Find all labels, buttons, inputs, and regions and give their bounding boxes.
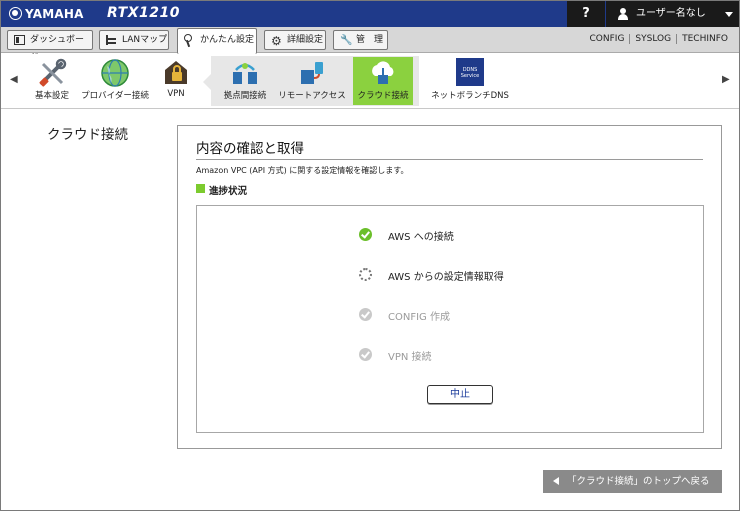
nav-label: 基本設定 xyxy=(34,91,69,101)
tab-advanced-settings[interactable]: 詳細設定 xyxy=(264,30,326,50)
remote-access-icon xyxy=(301,62,323,84)
tab-lan-map[interactable]: LANマップ xyxy=(99,30,169,50)
check-pending-icon xyxy=(359,348,372,361)
progress-heading: 進捗状況 xyxy=(196,183,247,197)
nav-remote-access[interactable]: リモートアクセス xyxy=(277,56,347,106)
top-bar: YAMAHA RTX1210 ? ユーザー名なし xyxy=(1,1,739,27)
vpn-lock-icon xyxy=(165,61,187,84)
confirm-panel: 内容の確認と取得 Amazon VPC (API 方式) に関する設定情報を確認… xyxy=(177,125,722,449)
nav-basic-settings[interactable]: 基本設定 xyxy=(31,56,73,106)
nav-label: プロバイダー接続 xyxy=(81,91,149,101)
nav-label: VPN xyxy=(167,89,185,99)
brand-text: YAMAHA xyxy=(25,7,84,21)
main-tab-bar: ダッシュボード LANマップ かんたん設定 詳細設定 管 理 CONFIGSYS… xyxy=(1,27,739,63)
tab-dashboard[interactable]: ダッシュボード xyxy=(7,30,93,63)
model-name: RTX1210 xyxy=(107,5,180,21)
help-button[interactable]: ? xyxy=(567,1,605,27)
step-label: AWS への接続 xyxy=(388,232,454,243)
cloud-connect-icon xyxy=(372,61,394,84)
user-menu[interactable]: ユーザー名なし xyxy=(606,1,739,27)
ddns-badge-line2: Service xyxy=(460,73,480,79)
tab-label: かんたん設定 xyxy=(200,35,255,45)
tab-easy-setup[interactable]: かんたん設定 xyxy=(177,28,257,54)
nav-site-to-site[interactable]: 拠点間接続 xyxy=(219,56,271,106)
tools-icon xyxy=(39,58,67,87)
nav-label: クラウド接続 xyxy=(357,91,409,101)
scroll-left-icon[interactable]: ◀ xyxy=(10,74,18,85)
step-label: VPN 接続 xyxy=(388,352,432,363)
back-to-cloud-top-button[interactable]: 「クラウド接続」のトップへ戻る xyxy=(543,470,722,493)
yamaha-emblem-icon xyxy=(9,7,22,20)
nav-label: 拠点間接続 xyxy=(223,91,267,101)
step-label: AWS からの設定情報取得 xyxy=(388,272,504,283)
gear-icon xyxy=(271,32,282,50)
yamaha-logo: YAMAHA xyxy=(9,7,84,21)
utility-links: CONFIG SYSLOG TECHINFO xyxy=(585,34,733,44)
nav-netvolante-dns[interactable]: DDNS Service ネットボランチDNS xyxy=(429,56,511,106)
config-link[interactable]: CONFIG xyxy=(585,34,630,44)
ddns-service-icon: DDNS Service xyxy=(456,58,484,86)
nav-cloud-connection[interactable]: クラウド接続 xyxy=(353,56,413,106)
user-icon xyxy=(618,8,628,20)
panel-title: 内容の確認と取得 xyxy=(196,141,304,157)
cancel-button[interactable]: 中止 xyxy=(427,385,493,404)
tab-label: 詳細設定 xyxy=(287,35,324,45)
wrench-icon xyxy=(340,32,352,50)
progress-box: AWS への接続 AWS からの設定情報取得 CONFIG 作成 VPN 接続 … xyxy=(196,205,704,433)
user-name: ユーザー名なし xyxy=(636,8,706,19)
tab-label: LANマップ xyxy=(122,35,168,45)
panel-description: Amazon VPC (API 方式) に関する設定情報を確認します。 xyxy=(196,166,409,175)
globe-icon xyxy=(101,59,129,87)
check-pending-icon xyxy=(359,308,372,321)
dashboard-icon xyxy=(14,35,25,45)
lan-map-icon xyxy=(106,35,117,45)
techinfo-link[interactable]: TECHINFO xyxy=(676,34,733,44)
feature-nav-bar: ◀ ▶ 基本設定 プロバイダー接続 VPN 拠点間接続 リモートアクセス クラウ… xyxy=(1,54,739,109)
nav-label: リモートアクセス xyxy=(278,91,346,101)
nav-label: ネットボランチDNS xyxy=(431,91,509,101)
site-to-site-icon xyxy=(233,63,257,84)
check-done-icon xyxy=(359,228,372,241)
step-label: CONFIG 作成 xyxy=(388,312,450,323)
router-admin-window: YAMAHA RTX1210 ? ユーザー名なし ダッシュボード LANマップ … xyxy=(0,0,740,511)
syslog-link[interactable]: SYSLOG xyxy=(629,34,677,44)
page-title: クラウド接続 xyxy=(47,127,128,143)
scroll-right-icon[interactable]: ▶ xyxy=(722,74,730,85)
tab-management[interactable]: 管 理 xyxy=(333,30,388,50)
loading-spinner-icon xyxy=(359,268,372,281)
nav-vpn[interactable]: VPN xyxy=(157,56,195,106)
caret-down-icon xyxy=(725,12,733,17)
tab-label: 管 理 xyxy=(356,35,384,45)
divider xyxy=(196,159,703,160)
nav-provider-connection[interactable]: プロバイダー接続 xyxy=(79,56,151,106)
easy-setup-icon xyxy=(184,34,194,46)
